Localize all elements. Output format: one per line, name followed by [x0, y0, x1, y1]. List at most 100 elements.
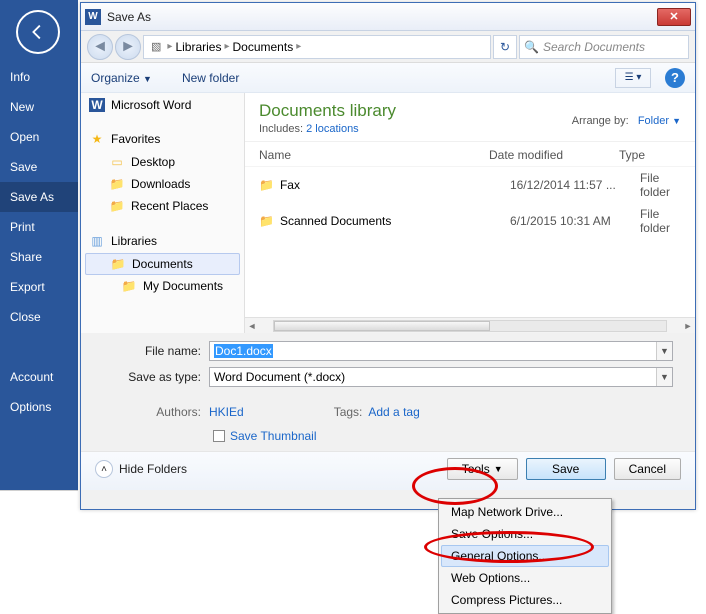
menu-web-options[interactable]: Web Options...: [441, 567, 609, 589]
list-item[interactable]: 📁 Scanned Documents 6/1/2015 10:31 AM Fi…: [245, 203, 695, 239]
tools-menu: Map Network Drive... Save Options... Gen…: [438, 498, 612, 614]
backstage-menu: Info New Open Save Save As Print Share E…: [0, 62, 78, 422]
save-button[interactable]: Save: [526, 458, 606, 480]
folder-icon: 📁: [259, 214, 274, 228]
save-thumbnail-checkbox[interactable]: [213, 430, 225, 442]
authors-label: Authors:: [103, 405, 209, 419]
file-list: Documents library Includes: 2 locations …: [245, 93, 695, 333]
menu-new[interactable]: New: [0, 92, 78, 122]
menu-account[interactable]: Account: [0, 362, 78, 392]
menu-compress-pictures[interactable]: Compress Pictures...: [441, 589, 609, 611]
save-thumbnail-row[interactable]: Save Thumbnail: [81, 425, 695, 451]
chevron-down-icon: ▼: [494, 464, 503, 474]
libraries-icon: ▧: [151, 40, 161, 53]
list-item[interactable]: 📁 Fax 16/12/2014 11:57 ... File folder: [245, 167, 695, 203]
filename-label: File name:: [103, 344, 209, 358]
arrow-left-icon: [27, 21, 49, 43]
tree-favorites: ★Favorites: [81, 127, 244, 151]
chevron-right-icon: ▸: [224, 41, 229, 52]
menu-info[interactable]: Info: [0, 62, 78, 92]
word-icon: W: [85, 9, 101, 25]
tags-value[interactable]: Add a tag: [368, 405, 419, 419]
save-as-dialog: W Save As ✕ ◄ ► ▧ ▸ Libraries ▸ Document…: [80, 2, 696, 510]
dialog-footer: ˄ Hide Folders Tools▼ Save Cancel: [81, 451, 695, 490]
tools-button[interactable]: Tools▼: [447, 458, 518, 480]
search-icon: 🔍: [524, 40, 539, 54]
view-button[interactable]: ☰ ▾: [615, 68, 651, 88]
nav-bar: ◄ ► ▧ ▸ Libraries ▸ Documents ▸ ↻ 🔍 Sear…: [81, 31, 695, 63]
recent-icon: 📁: [109, 199, 125, 213]
savetype-label: Save as type:: [103, 370, 209, 384]
dialog-titlebar: W Save As ✕: [81, 3, 695, 31]
menu-close[interactable]: Close: [0, 302, 78, 332]
folder-icon: 📁: [109, 177, 125, 191]
column-headers[interactable]: Name Date modified Type: [245, 142, 695, 167]
col-date: Date modified: [489, 148, 619, 162]
horizontal-scrollbar[interactable]: ◄ ►: [245, 317, 695, 333]
save-thumbnail-label: Save Thumbnail: [230, 429, 317, 443]
tree-libraries: ▥Libraries: [81, 229, 244, 253]
tree-downloads[interactable]: 📁Downloads: [81, 173, 244, 195]
chevron-down-icon: ▼: [672, 116, 681, 126]
menu-options[interactable]: Options: [0, 392, 78, 422]
word-icon: W: [89, 98, 105, 112]
menu-save-as[interactable]: Save As: [0, 182, 78, 212]
filename-input[interactable]: Doc1.docx ▼: [209, 341, 673, 361]
scrollbar-thumb[interactable]: [274, 321, 490, 331]
folder-tree[interactable]: WMicrosoft Word ★Favorites ▭Desktop 📁Dow…: [81, 93, 245, 333]
chevron-up-icon: ˄: [95, 460, 113, 478]
includes-link[interactable]: 2 locations: [306, 123, 359, 135]
refresh-button[interactable]: ↻: [493, 35, 517, 59]
chevron-right-icon: ▸: [296, 41, 301, 52]
chevron-down-icon: ▼: [143, 74, 152, 84]
back-button[interactable]: [16, 10, 60, 54]
tree-desktop[interactable]: ▭Desktop: [81, 151, 244, 173]
tree-word: WMicrosoft Word: [81, 93, 244, 117]
search-placeholder: Search Documents: [543, 40, 645, 54]
savetype-select[interactable]: Word Document (*.docx) ▼: [209, 367, 673, 387]
menu-share[interactable]: Share: [0, 242, 78, 272]
blank-area: [0, 490, 78, 614]
libraries-icon: ▥: [89, 234, 105, 248]
folder-icon: 📁: [121, 279, 137, 293]
menu-save[interactable]: Save: [0, 152, 78, 182]
nav-back[interactable]: ◄: [87, 34, 113, 60]
col-name: Name: [259, 148, 489, 162]
chevron-down-icon[interactable]: ▼: [656, 368, 672, 386]
help-button[interactable]: ?: [665, 68, 685, 88]
menu-general-options[interactable]: General Options...: [441, 545, 609, 567]
save-form: File name: Doc1.docx ▼ Save as type: Wor…: [81, 333, 695, 401]
breadcrumb[interactable]: ▧ ▸ Libraries ▸ Documents ▸: [143, 35, 491, 59]
cancel-button[interactable]: Cancel: [614, 458, 681, 480]
menu-save-options[interactable]: Save Options...: [441, 523, 609, 545]
menu-export[interactable]: Export: [0, 272, 78, 302]
search-input[interactable]: 🔍 Search Documents: [519, 35, 689, 59]
menu-map-network-drive[interactable]: Map Network Drive...: [441, 501, 609, 523]
folder-icon: 📁: [259, 178, 274, 192]
includes-row: Includes: 2 locations: [259, 123, 572, 135]
content-heading: Documents library: [259, 101, 572, 121]
word-backstage-sidebar: Info New Open Save Save As Print Share E…: [0, 0, 78, 490]
tree-documents[interactable]: 📁Documents: [85, 253, 240, 275]
authors-value[interactable]: HKIEd: [209, 405, 244, 419]
close-button[interactable]: ✕: [657, 8, 691, 26]
organize-button[interactable]: Organize ▼: [91, 71, 152, 85]
nav-forward[interactable]: ►: [115, 34, 141, 60]
crumb-documents[interactable]: Documents: [233, 40, 294, 54]
tree-mydocuments[interactable]: 📁My Documents: [81, 275, 244, 297]
hide-folders-button[interactable]: ˄ Hide Folders: [95, 460, 187, 478]
dialog-title: Save As: [107, 10, 657, 24]
tree-recent[interactable]: 📁Recent Places: [81, 195, 244, 217]
menu-open[interactable]: Open: [0, 122, 78, 152]
folder-icon: 📁: [110, 257, 126, 271]
chevron-right-icon: ▸: [167, 41, 172, 52]
menu-print[interactable]: Print: [0, 212, 78, 242]
new-folder-button[interactable]: New folder: [182, 71, 239, 85]
arrange-by[interactable]: Arrange by: Folder ▼: [572, 101, 681, 135]
tags-label: Tags:: [334, 405, 363, 419]
col-type: Type: [619, 148, 681, 162]
desktop-icon: ▭: [109, 155, 125, 169]
chevron-down-icon[interactable]: ▼: [656, 342, 672, 360]
crumb-libraries[interactable]: Libraries: [175, 40, 221, 54]
star-icon: ★: [89, 132, 105, 146]
